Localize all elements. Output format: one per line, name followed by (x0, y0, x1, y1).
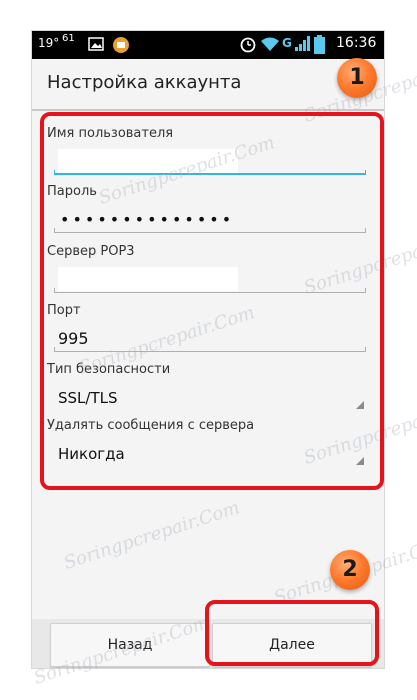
page-title: Настройка аккаунта (47, 72, 242, 93)
next-highlight-box (205, 600, 379, 666)
back-button[interactable]: Назад (50, 623, 210, 667)
status-bar: 19° 61 G 16:36 (32, 31, 384, 59)
step-badge-one: 1 (337, 58, 377, 98)
speed-text: 61 (62, 33, 75, 44)
form-highlight-box (40, 112, 384, 490)
temperature-text: 19° (38, 36, 60, 50)
step-badge-two: 2 (330, 550, 370, 590)
gallery-icon (88, 37, 104, 51)
action-bar: Настройка аккаунта (32, 59, 384, 111)
wifi-icon (261, 37, 279, 51)
app-notification-icon (113, 37, 129, 53)
alarm-icon (240, 37, 256, 53)
network-type-text: G (282, 36, 292, 50)
signal-icon (295, 36, 310, 51)
battery-icon (314, 35, 325, 54)
clock-text: 16:36 (336, 35, 377, 51)
